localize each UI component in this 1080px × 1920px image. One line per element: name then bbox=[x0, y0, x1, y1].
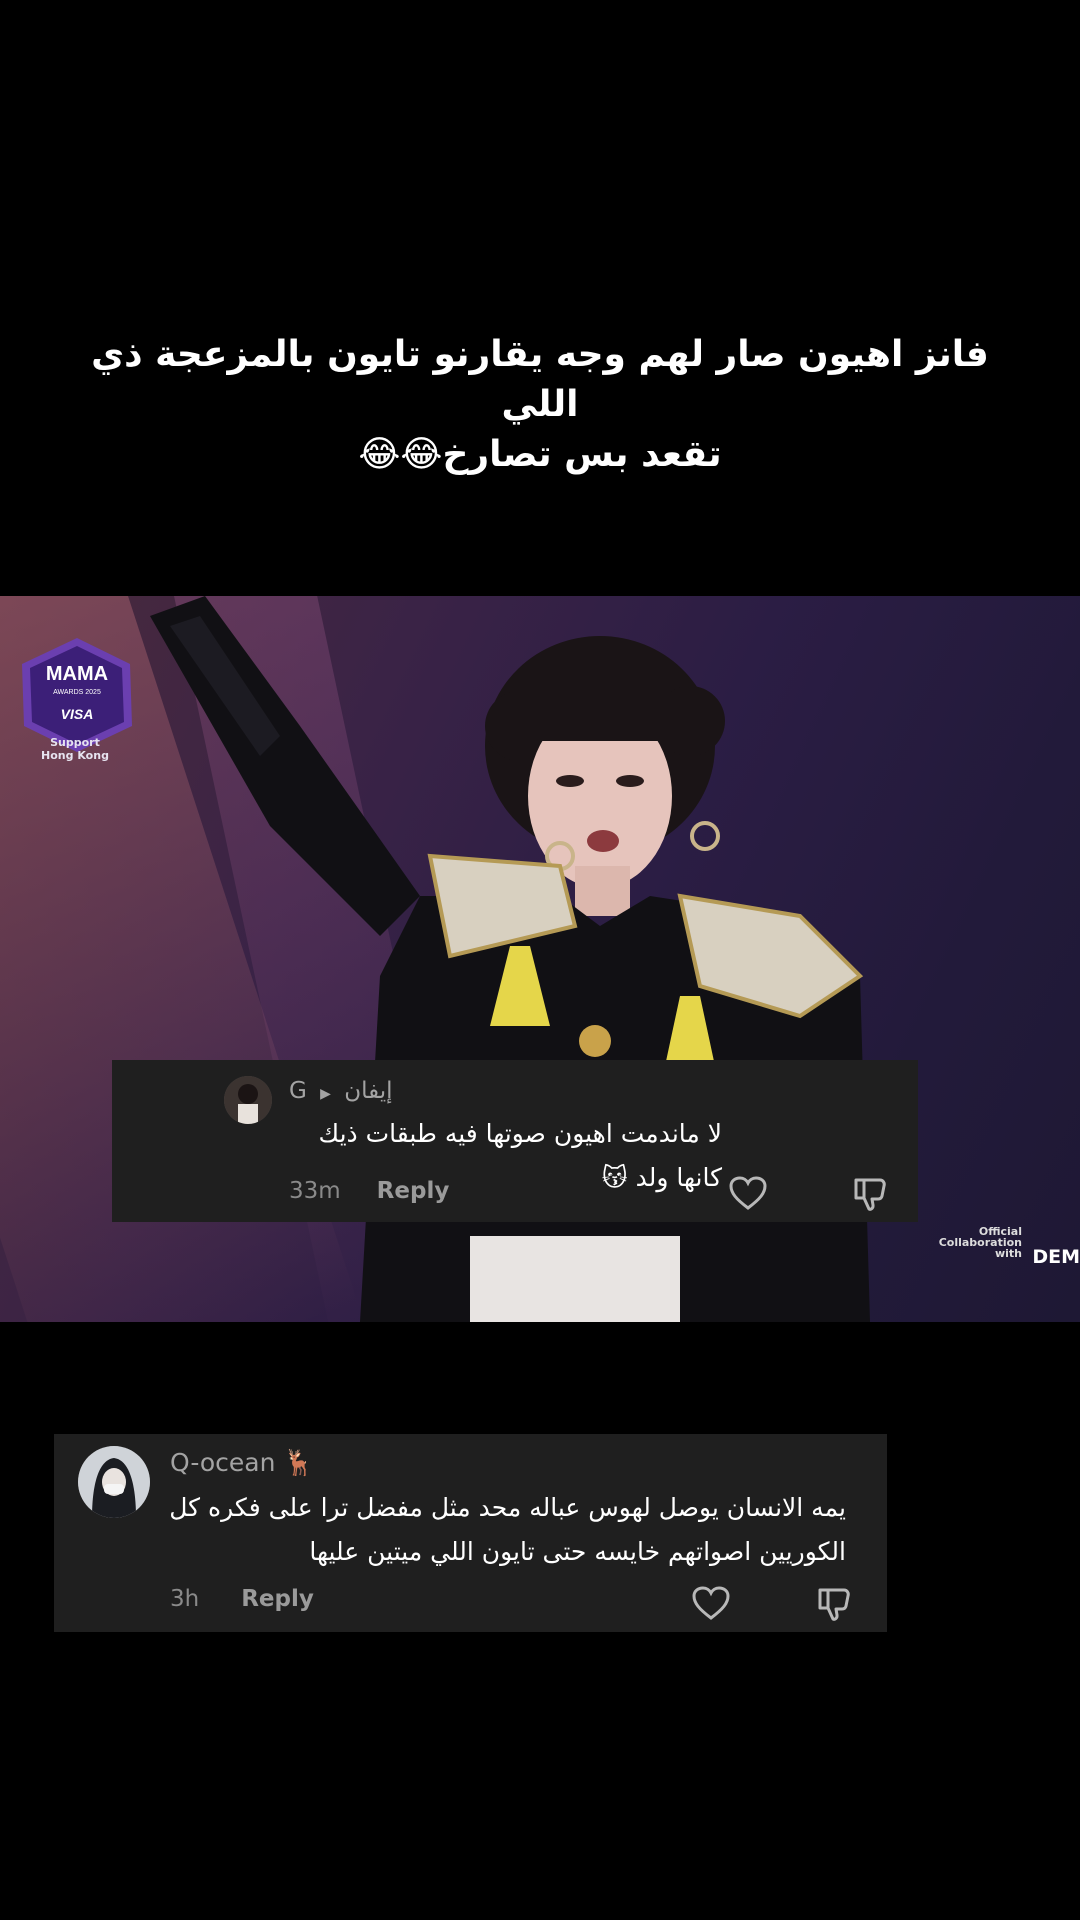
comment-text: يمه الانسان يوصل لهوس عباله محد مثل مفضل… bbox=[169, 1493, 846, 1566]
comment-time: 3h bbox=[170, 1586, 200, 1612]
support-label: Support Hong Kong bbox=[41, 736, 109, 762]
comment-meta: 3h Reply bbox=[170, 1586, 314, 1612]
avatar[interactable] bbox=[224, 1076, 272, 1124]
official-collaboration-label: Official Collaboration with bbox=[938, 1225, 1022, 1260]
heart-icon[interactable] bbox=[728, 1174, 768, 1214]
play-triangle-icon: ▶ bbox=[320, 1086, 331, 1102]
reply-button[interactable]: Reply bbox=[377, 1178, 450, 1204]
comment-card: Q-ocean 🦌 يمه الانسان يوصل لهوس عباله مح… bbox=[54, 1434, 887, 1632]
comment-username[interactable]: Q-ocean 🦌 bbox=[170, 1448, 315, 1478]
comment-time: 33m bbox=[289, 1178, 341, 1204]
caption-line-1: فانز اهيون صار لهم وجه يقارنو تايون بالم… bbox=[91, 334, 989, 425]
caption-line-2: تقعد بس تصارخ😂😂 bbox=[358, 434, 722, 475]
logo-sub: AWARDS 2025 bbox=[53, 689, 101, 696]
thumbs-down-icon[interactable] bbox=[850, 1174, 890, 1214]
comment-card: G ▶ إيفان لا ماندمت اهيون صوتها فيه طبقا… bbox=[112, 1060, 918, 1222]
video-caption: فانز اهيون صار لهم وجه يقارنو تايون بالم… bbox=[60, 330, 1020, 480]
thumbs-down-icon[interactable] bbox=[814, 1584, 854, 1624]
comment-username[interactable]: G ▶ إيفان bbox=[289, 1078, 393, 1104]
logo-title: MAMA bbox=[46, 663, 108, 685]
avatar[interactable] bbox=[78, 1446, 150, 1518]
username-text[interactable]: G bbox=[289, 1078, 307, 1104]
heart-icon[interactable] bbox=[691, 1584, 731, 1624]
partner-logo-text: DEM bbox=[1032, 1246, 1080, 1268]
reply-button[interactable]: Reply bbox=[241, 1586, 314, 1612]
logo-brand: VISA bbox=[61, 706, 94, 722]
comment-meta: 33m Reply bbox=[289, 1178, 449, 1204]
reply-to-name[interactable]: إيفان bbox=[344, 1078, 392, 1104]
